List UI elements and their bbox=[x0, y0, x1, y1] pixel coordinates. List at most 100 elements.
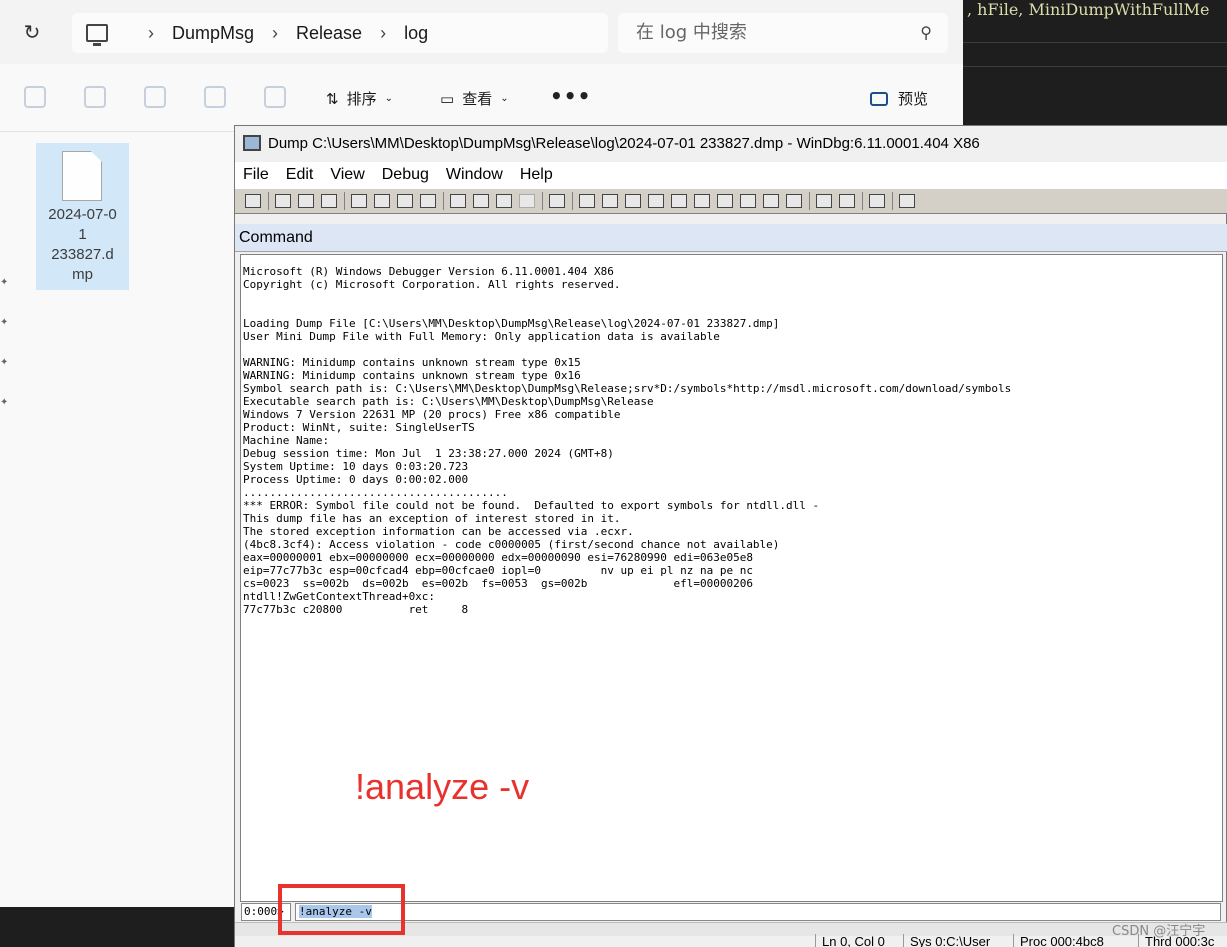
output-line: WARNING: Minidump contains unknown strea… bbox=[243, 369, 581, 382]
toolbar-separator bbox=[443, 192, 444, 210]
code-line: , hFile, MiniDumpWithFullMe bbox=[967, 0, 1210, 19]
status-sys: Sys 0:C:\User bbox=[903, 934, 990, 947]
search-icon[interactable]: ⚲ bbox=[920, 13, 932, 53]
source-mode-toggle-icon[interactable] bbox=[816, 194, 832, 208]
output-line: Symbol search path is: C:\Users\MM\Deskt… bbox=[243, 382, 1012, 395]
output-line: Windows 7 Version 22631 MP (20 procs) Fr… bbox=[243, 408, 621, 421]
toolbar-separator bbox=[344, 192, 345, 210]
cut-icon[interactable] bbox=[275, 194, 291, 208]
hex-mode-icon[interactable] bbox=[839, 194, 855, 208]
go-icon[interactable] bbox=[351, 194, 367, 208]
toolbar-separator bbox=[809, 192, 810, 210]
output-line: Process Uptime: 0 days 0:00:02.000 bbox=[243, 473, 469, 486]
step-out-icon[interactable] bbox=[496, 194, 512, 208]
sort-icon: ⇅ bbox=[326, 89, 339, 108]
computer-icon[interactable] bbox=[86, 24, 108, 46]
window-title-bar[interactable]: Dump C:\Users\MM\Desktop\DumpMsg\Release… bbox=[235, 126, 1227, 162]
preview-pane-icon bbox=[870, 91, 888, 106]
menu-debug[interactable]: Debug bbox=[382, 166, 429, 184]
output-line: *** ERROR: Symbol file could not be foun… bbox=[243, 499, 820, 512]
search-input[interactable]: 在 log 中搜索 ⚲ bbox=[618, 13, 948, 53]
restart-icon[interactable] bbox=[374, 194, 390, 208]
output-line: System Uptime: 10 days 0:03:20.723 bbox=[243, 460, 469, 473]
file-name: 2024-07-0 1 233827.d mp bbox=[48, 206, 117, 283]
command-input[interactable]: !analyze -v bbox=[295, 903, 1221, 921]
breadcrumb-item-dumpmsg[interactable]: DumpMsg bbox=[172, 23, 254, 44]
scratch-pad-icon[interactable] bbox=[740, 194, 756, 208]
status-line-col: Ln 0, Col 0 bbox=[815, 934, 885, 947]
menu-window[interactable]: Window bbox=[446, 166, 503, 184]
run-to-cursor-icon[interactable] bbox=[519, 194, 535, 208]
command-window-icon[interactable] bbox=[579, 194, 595, 208]
registers-window-icon[interactable] bbox=[648, 194, 664, 208]
debugger-toolbar bbox=[235, 188, 1227, 214]
chevron-down-icon: ⌄ bbox=[384, 93, 393, 104]
paste-icon[interactable] bbox=[84, 86, 106, 108]
copy-icon[interactable] bbox=[24, 86, 46, 108]
view-label: 查看 bbox=[462, 90, 493, 108]
toolbar-separator bbox=[268, 192, 269, 210]
share-icon[interactable] bbox=[204, 86, 226, 108]
call-stack-window-icon[interactable] bbox=[694, 194, 710, 208]
step-over-icon[interactable] bbox=[473, 194, 489, 208]
output-line: (4bc8.3cf4): Access violation - code c00… bbox=[243, 538, 780, 551]
editor-divider bbox=[963, 66, 1227, 67]
processes-threads-icon[interactable] bbox=[763, 194, 779, 208]
file-item-dmp[interactable]: 2024-07-0 1 233827.d mp bbox=[36, 143, 129, 290]
output-line: The stored exception information can be … bbox=[243, 525, 634, 538]
screen: ↻ › DumpMsg › Release › log 在 log 中搜索 ⚲ bbox=[0, 0, 1227, 947]
more-options-button[interactable]: ••• bbox=[550, 84, 591, 108]
highlight-box bbox=[278, 884, 405, 935]
breadcrumb-item-log[interactable]: log bbox=[404, 23, 428, 44]
output-line: eax=00000001 ebx=00000000 ecx=00000000 e… bbox=[243, 551, 753, 564]
menu-file[interactable]: File bbox=[243, 166, 269, 184]
pin-icon[interactable]: ✦ bbox=[0, 277, 10, 288]
watch-window-icon[interactable] bbox=[602, 194, 618, 208]
menu-edit[interactable]: Edit bbox=[286, 166, 314, 184]
menu-view[interactable]: View bbox=[330, 166, 364, 184]
pin-icon[interactable]: ✦ bbox=[0, 357, 10, 368]
disassembly-window-icon[interactable] bbox=[717, 194, 733, 208]
toolbar-separator bbox=[862, 192, 863, 210]
options-icon[interactable] bbox=[899, 194, 915, 208]
refresh-icon[interactable]: ↻ bbox=[20, 20, 44, 44]
open-icon[interactable] bbox=[245, 194, 261, 208]
chevron-right-icon: › bbox=[380, 22, 387, 43]
output-line: Machine Name: bbox=[243, 434, 330, 447]
step-into-icon[interactable] bbox=[450, 194, 466, 208]
copy-icon[interactable] bbox=[298, 194, 314, 208]
chevron-down-icon: ⌄ bbox=[500, 93, 509, 104]
output-line: ........................................ bbox=[243, 486, 508, 499]
paste-icon[interactable] bbox=[321, 194, 337, 208]
sort-label: 排序 bbox=[346, 90, 377, 108]
breadcrumb[interactable]: › DumpMsg › Release › log bbox=[72, 13, 608, 53]
breakpoint-hand-icon[interactable] bbox=[549, 194, 565, 208]
navigation-pane: ✦ ✦ ✦ ✦ bbox=[0, 132, 12, 452]
file-icon bbox=[62, 151, 102, 201]
breadcrumb-item-release[interactable]: Release bbox=[296, 23, 362, 44]
stop-debugging-icon[interactable] bbox=[397, 194, 413, 208]
sort-button[interactable]: ⇅ 排序 ⌄ bbox=[326, 88, 393, 109]
status-proc: Proc 000:4bc8 bbox=[1013, 934, 1104, 947]
explorer-toolbar: ⇅ 排序 ⌄ ▭ 查看 ⌄ ••• 预览 bbox=[0, 64, 963, 132]
code-editor-fragment: , hFile, MiniDumpWithFullMe bbox=[963, 0, 1227, 125]
rename-icon[interactable] bbox=[144, 86, 166, 108]
source-mode-icon[interactable] bbox=[786, 194, 802, 208]
menu-help[interactable]: Help bbox=[520, 166, 553, 184]
windbg-app-icon bbox=[243, 135, 261, 151]
font-icon[interactable] bbox=[869, 194, 885, 208]
delete-icon[interactable] bbox=[264, 86, 286, 108]
annotation-text: !analyze -v bbox=[355, 766, 530, 807]
pin-icon[interactable]: ✦ bbox=[0, 397, 10, 408]
editor-divider bbox=[963, 42, 1227, 43]
memory-window-icon[interactable] bbox=[671, 194, 687, 208]
output-line: ntdll!ZwGetContextThread+0xc: bbox=[243, 590, 436, 603]
break-icon[interactable] bbox=[420, 194, 436, 208]
locals-window-icon[interactable] bbox=[625, 194, 641, 208]
pin-icon[interactable]: ✦ bbox=[0, 317, 10, 328]
preview-button[interactable]: 预览 bbox=[870, 88, 928, 109]
view-button[interactable]: ▭ 查看 ⌄ bbox=[440, 88, 509, 109]
windbg-window: Dump C:\Users\MM\Desktop\DumpMsg\Release… bbox=[234, 125, 1227, 947]
